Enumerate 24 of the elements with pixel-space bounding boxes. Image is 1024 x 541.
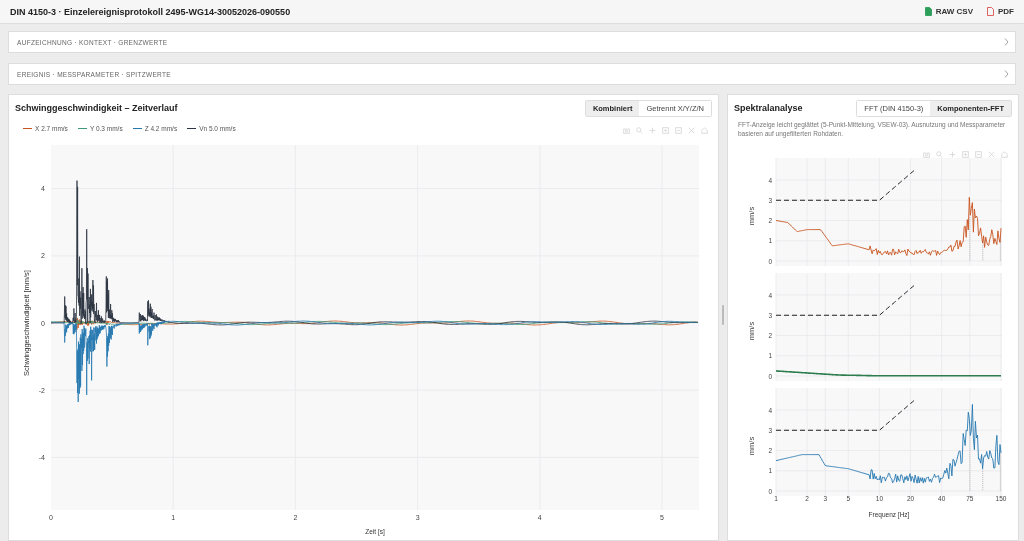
chevron-icon: [1004, 38, 1009, 46]
autoscale-icon[interactable]: [988, 151, 995, 158]
document-icon: [924, 7, 932, 16]
camera-icon[interactable]: [923, 151, 930, 158]
report-title: DIN 4150-3 · Einzelereignisprotokoll 2495-WG14-30052026-090550: [10, 6, 291, 17]
pan-icon[interactable]: [949, 151, 956, 158]
panel-title: Spektralanalyse: [734, 103, 803, 113]
pan-icon[interactable]: [649, 127, 656, 134]
chevron-icon: [1004, 70, 1009, 78]
export-link[interactable]: RAW CSV: [924, 7, 973, 16]
zoom-out-icon[interactable]: [975, 151, 982, 158]
zoom-in-icon[interactable]: [662, 127, 669, 134]
autoscale-icon[interactable]: [688, 127, 695, 134]
zoom-icon[interactable]: [936, 151, 943, 158]
home-icon[interactable]: [701, 127, 708, 134]
zoom-in-icon[interactable]: [962, 151, 969, 158]
panel-title: Schwinggeschwindigkeit – Zeitverlauf: [15, 103, 178, 113]
home-icon[interactable]: [1001, 151, 1008, 158]
zoom-icon[interactable]: [636, 127, 643, 134]
document-icon: [987, 7, 994, 16]
resize-handle[interactable]: [722, 305, 724, 325]
zoom-out-icon[interactable]: [675, 127, 682, 134]
export-link[interactable]: PDF: [987, 7, 1014, 16]
camera-icon[interactable]: [623, 127, 630, 134]
